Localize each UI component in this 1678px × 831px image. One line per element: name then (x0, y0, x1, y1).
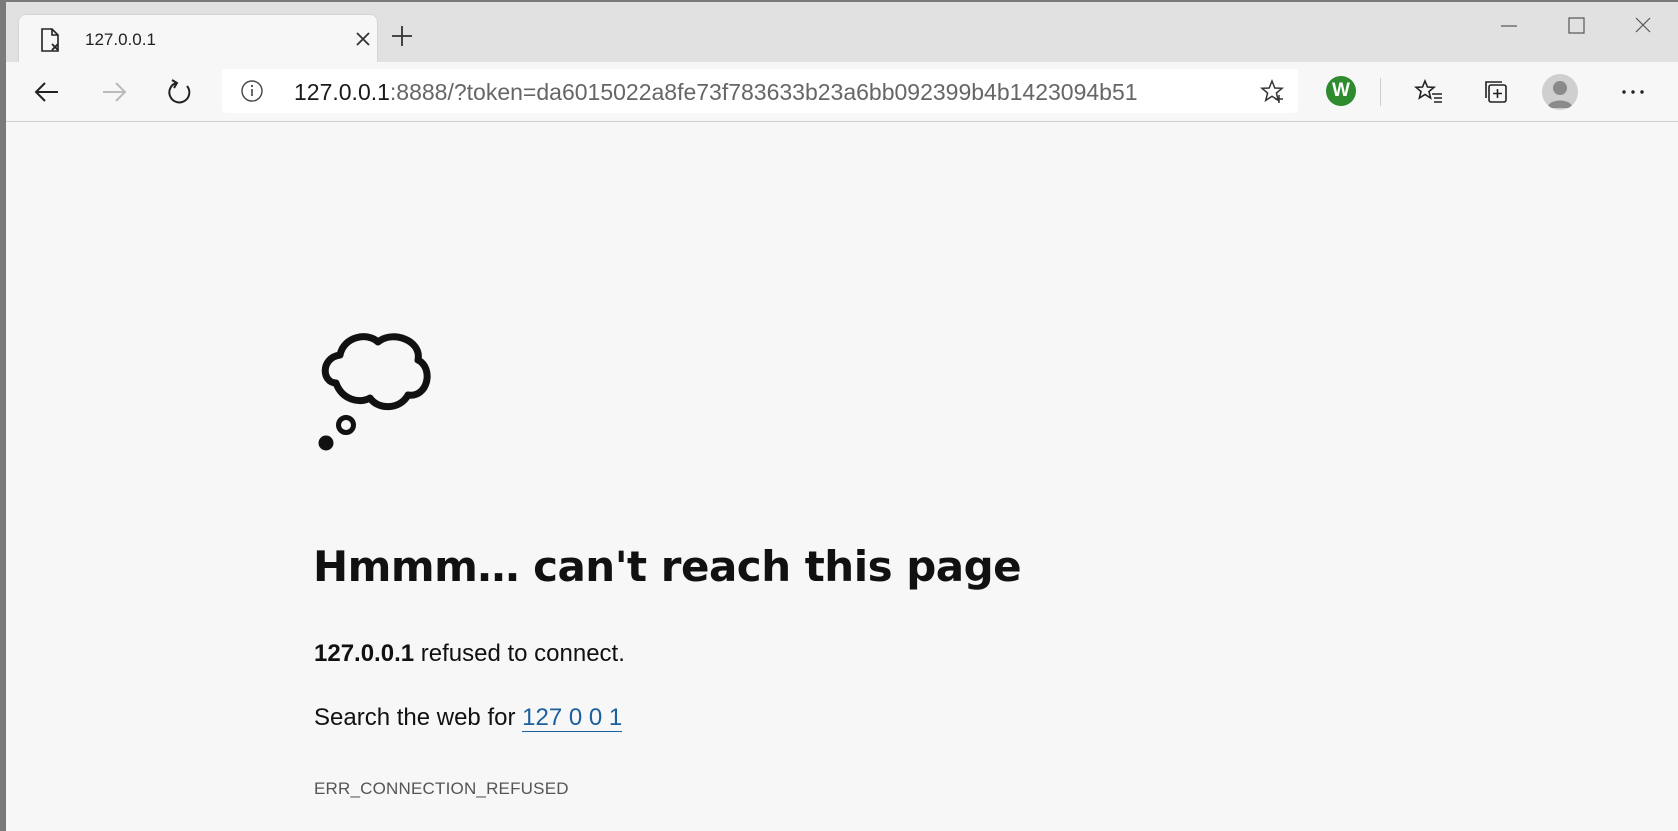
error-page: Hmmm… can't reach this page 127.0.0.1 re… (6, 122, 1678, 831)
extension-w-icon[interactable]: W (1326, 76, 1356, 106)
error-description: 127.0.0.1 refused to connect. (314, 640, 625, 668)
error-host: 127.0.0.1 (314, 640, 415, 667)
plus-icon[interactable] (390, 24, 414, 48)
back-arrow-icon[interactable] (32, 77, 62, 107)
search-link[interactable]: 127 0 0 1 (522, 704, 623, 732)
more-icon[interactable] (1618, 77, 1648, 107)
refresh-icon[interactable] (165, 77, 195, 107)
thought-cloud-icon (318, 333, 431, 451)
error-code: ERR_CONNECTION_REFUSED (314, 779, 569, 798)
search-prefix: Search the web for (314, 704, 516, 731)
error-heading: Hmmm… can't reach this page (313, 542, 1022, 591)
window-close-icon[interactable] (1628, 14, 1658, 38)
info-icon[interactable] (240, 79, 264, 103)
favorites-icon[interactable] (1414, 77, 1444, 107)
tab-title: 127.0.0.1 (85, 30, 156, 49)
toolbar-separator (1380, 78, 1381, 106)
minimize-icon[interactable] (1494, 14, 1524, 38)
search-suggestion: Search the web for 127 0 0 1 (314, 704, 623, 732)
maximize-icon[interactable] (1561, 14, 1591, 38)
close-icon[interactable] (353, 29, 373, 49)
star-icon[interactable] (1260, 79, 1286, 105)
profile-icon[interactable] (1542, 74, 1578, 110)
url-text[interactable]: 127.0.0.1:8888/?token=da6015022a8fe73f78… (294, 79, 1138, 106)
profile-silhouette-icon (1547, 81, 1573, 108)
active-tab[interactable]: 127.0.0.1 (18, 14, 378, 64)
page-error-icon (41, 28, 59, 52)
url-rest: :8888/?token=da6015022a8fe73f783633b23a6… (389, 79, 1138, 105)
tab-strip: 127.0.0.1 (6, 2, 1678, 64)
forward-arrow-icon[interactable] (99, 77, 129, 107)
address-bar[interactable]: 127.0.0.1:8888/?token=da6015022a8fe73f78… (222, 69, 1298, 113)
toolbar: 127.0.0.1:8888/?token=da6015022a8fe73f78… (6, 62, 1678, 122)
url-host: 127.0.0.1 (294, 79, 390, 105)
collections-icon[interactable] (1481, 77, 1511, 107)
error-message: refused to connect. (420, 640, 625, 667)
